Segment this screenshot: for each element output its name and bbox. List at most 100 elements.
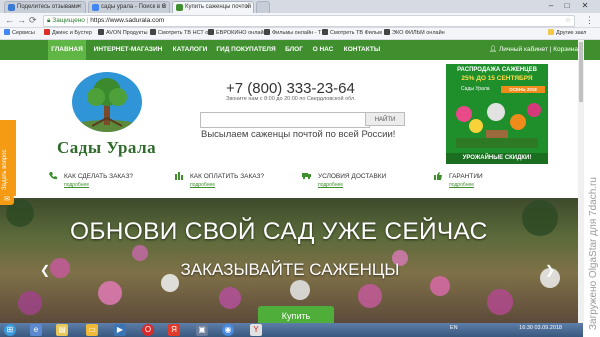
site-nav: ГЛАВНАЯ ИНТЕРНЕТ-МАГАЗИН КАТАЛОГИ ГИД ПО… — [0, 40, 600, 60]
tab-favicon-icon — [8, 4, 15, 11]
tab-title: Поделитесь отзывами — [17, 4, 79, 10]
browser-tab-2[interactable]: сады урала - Поиск в G ✕ — [88, 1, 170, 13]
info-title: ГАРАНТИИ — [449, 173, 483, 180]
app-icon[interactable]: ▣ — [196, 324, 208, 336]
browser-tab-1[interactable]: Поделитесь отзывами ✕ — [4, 1, 86, 13]
banner-headline: ОБНОВИ СВОЙ САД УЖЕ СЕЙЧАС — [70, 218, 488, 245]
call-hours: Звоните нам с 8:00 до 20:00 по Свердловс… — [226, 96, 356, 102]
ask-question-tab[interactable]: Задать вопрос — [0, 120, 16, 196]
other-bookmarks[interactable]: Другие закл — [548, 28, 586, 39]
url-field[interactable]: 🔒︎ Защищено | https://www.sadurala.com ☆ — [43, 15, 575, 27]
promo-line2: 25% ДО 15 СЕНТЯБРЯ — [461, 75, 533, 82]
ask-question-label: Задать вопрос — [2, 149, 8, 190]
yandex-icon[interactable]: Я — [168, 324, 180, 336]
browser-tab-3-active[interactable]: Купить саженцы почтой ✕ — [172, 1, 254, 13]
secure-label: Защищено — [52, 17, 85, 24]
info-how-to-order[interactable]: КАК СДЕЛАТЬ ЗАКАЗ? подробнее — [48, 171, 133, 188]
bookmark-favicon-icon — [264, 29, 270, 35]
reload-icon[interactable]: ⟳ — [29, 14, 37, 26]
apps-icon — [4, 29, 10, 35]
search-button[interactable]: НАЙТИ — [365, 112, 405, 126]
star-icon[interactable]: ☆ — [565, 16, 571, 26]
nav-catalogs[interactable]: КАТАЛОГИ — [170, 40, 210, 60]
tree-logo-icon — [72, 78, 142, 132]
nav-shop[interactable]: ИНТЕРНЕТ-МАГАЗИН — [89, 40, 167, 60]
folder-icon[interactable]: ▭ — [86, 324, 98, 336]
menu-icon[interactable]: ⋮ — [585, 14, 594, 26]
promo-banner[interactable]: РАСПРОДАЖА САЖЕНЦЕВ 25% ДО 15 СЕНТЯБРЯ С… — [446, 64, 548, 164]
info-delivery[interactable]: УСЛОВИЯ ДОСТАВКИ подробнее — [302, 171, 386, 188]
clock-time[interactable]: 16:30 — [519, 325, 533, 331]
promo-season: ОСЕНЬ 2018 — [501, 86, 545, 93]
start-button-icon[interactable]: ⊞ — [4, 324, 16, 336]
account-links: 👤︎ Личный кабинет | Корзина — [488, 46, 578, 53]
bookmark-favicon-icon — [384, 29, 390, 35]
yandex-browser-icon[interactable]: Y — [250, 324, 262, 336]
bookmarks-bar: Сервисы Джинс и Бустер AVON Продукты Смо… — [0, 28, 600, 40]
info-more-link[interactable]: подробнее — [449, 182, 474, 188]
info-more-link[interactable]: подробнее — [64, 182, 89, 188]
logo[interactable] — [72, 72, 142, 132]
next-slide-icon[interactable]: ❯ — [545, 263, 555, 277]
tab-title: сады урала - Поиск в G — [101, 4, 167, 10]
bookmark-favicon-icon — [322, 29, 328, 35]
google-icon — [92, 4, 99, 11]
lock-icon: 🔒︎ — [47, 17, 51, 24]
user-icon: 👤︎ — [488, 46, 498, 53]
back-icon[interactable]: ← — [5, 14, 14, 26]
banner-subline: ЗАКАЗЫВАЙТЕ САЖЕНЦЫ — [180, 260, 400, 279]
window-minimize-button[interactable]: – — [544, 1, 558, 11]
media-player-icon[interactable]: ▶ — [114, 324, 126, 336]
close-tab-icon[interactable]: ✕ — [245, 2, 250, 13]
payment-icon — [174, 171, 184, 180]
nav-contacts[interactable]: КОНТАКТЫ — [340, 40, 384, 60]
bookmark-item[interactable]: Сервисы — [4, 28, 35, 39]
buy-button[interactable]: Купить — [258, 306, 334, 323]
chrome-icon[interactable]: ◉ — [222, 324, 234, 336]
bookmark-item[interactable]: ЭКО ФИЛЬМ онлайн — [384, 28, 445, 39]
clock-date[interactable]: 03.09.2018 — [534, 325, 562, 331]
info-more-link[interactable]: подробнее — [318, 182, 343, 188]
hero-banner: ОБНОВИ СВОЙ САД УЖЕ СЕЙЧАС ЗАКАЗЫВАЙТЕ С… — [0, 198, 578, 323]
close-tab-icon[interactable]: ✕ — [77, 2, 82, 13]
forward-icon[interactable]: → — [17, 14, 26, 26]
prev-slide-icon[interactable]: ❮ — [40, 263, 50, 277]
cabinet-link[interactable]: Личный кабинет — [499, 46, 548, 53]
bookmark-item[interactable]: Смотреть ТВ Фильм — [322, 28, 382, 39]
bookmark-item[interactable]: AVON Продукты — [98, 28, 148, 39]
brand-name: Сады Урала — [57, 138, 157, 157]
info-guarantees[interactable]: ГАРАНТИИ подробнее — [433, 171, 483, 188]
search-input[interactable] — [200, 112, 370, 128]
nav-about[interactable]: О НАС — [309, 40, 337, 60]
window-close-button[interactable]: ✕ — [578, 1, 592, 11]
nav-home[interactable]: ГЛАВНАЯ — [48, 40, 86, 60]
phone-number[interactable]: +7 (800) 333-23-64 — [226, 80, 355, 97]
bookmark-item[interactable]: ЕВРОКИНО онлайн — [208, 28, 267, 39]
site-favicon-icon — [176, 4, 183, 11]
bookmark-item[interactable]: Джинс и Бустер — [44, 28, 92, 39]
address-bar: ← → ⟳ 🔒︎ Защищено | https://www.sadurala… — [0, 13, 600, 28]
nav-blog[interactable]: БЛОГ — [282, 40, 306, 60]
opera-icon[interactable]: O — [142, 324, 154, 336]
lang-indicator[interactable]: EN — [450, 325, 458, 331]
system-tray: EN 16:30 03.09.2018 — [450, 325, 562, 331]
mail-icon[interactable]: ✉ — [0, 195, 14, 205]
bookmark-item[interactable]: Фильмы онлайн - Т — [264, 28, 321, 39]
nav-buyer-guide[interactable]: ГИД ПОКУПАТЕЛЯ — [213, 40, 279, 60]
flowers-illustration-icon — [456, 103, 541, 148]
thumbs-up-icon — [433, 171, 443, 180]
bookmark-favicon-icon — [98, 29, 104, 35]
close-tab-icon[interactable]: ✕ — [161, 2, 166, 13]
info-title: КАК СДЕЛАТЬ ЗАКАЗ? — [64, 173, 133, 180]
ie-icon[interactable]: e — [30, 324, 42, 336]
truck-icon — [302, 171, 312, 180]
url-text: https://www.sadurala.com — [90, 17, 165, 24]
info-how-to-pay[interactable]: КАК ОПЛАТИТЬ ЗАКАЗ? подробнее — [174, 171, 264, 188]
info-more-link[interactable]: подробнее — [190, 182, 215, 188]
explorer-icon[interactable]: ▤ — [56, 324, 68, 336]
new-tab-button[interactable] — [256, 1, 270, 13]
cart-link[interactable]: Корзина — [553, 46, 578, 53]
window-maximize-button[interactable]: □ — [560, 1, 574, 11]
bookmark-item[interactable]: Смотреть ТВ НСТ о — [150, 28, 208, 39]
phone-icon — [48, 171, 58, 180]
